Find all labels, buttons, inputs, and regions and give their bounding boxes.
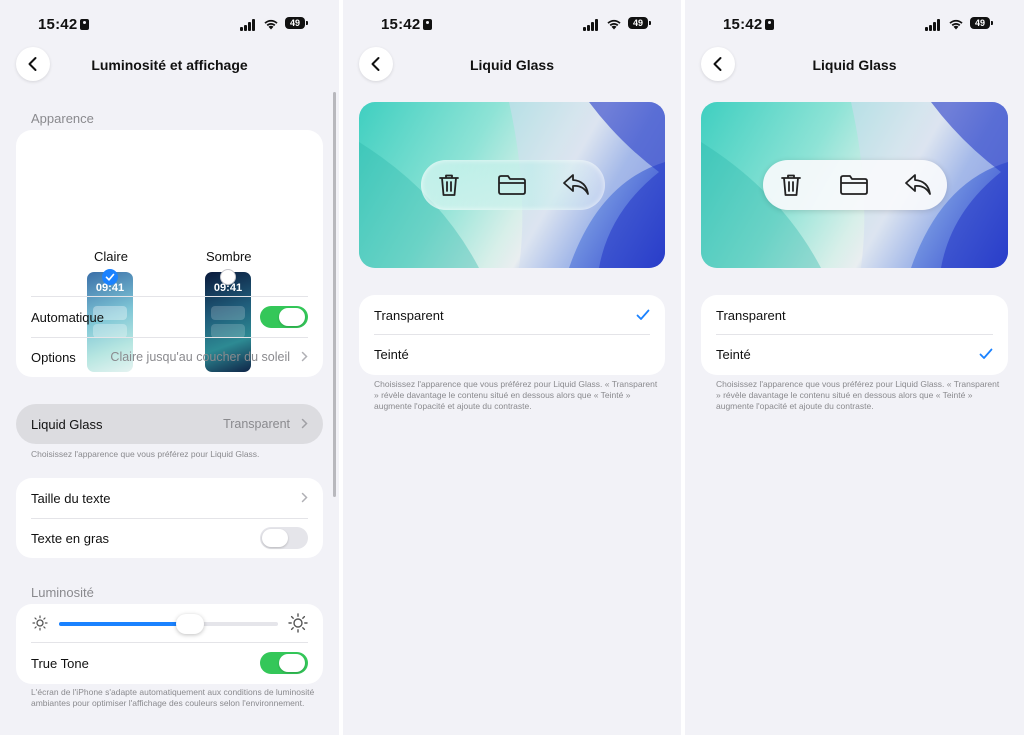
option-transparent[interactable]: Transparent (374, 295, 650, 335)
checkmark-icon (105, 273, 115, 281)
true-tone-footer: L'écran de l'iPhone s'adapte automatique… (31, 687, 315, 708)
liquid-glass-row-content: Liquid Glass Transparent (31, 404, 308, 444)
chevron-right-icon (301, 492, 308, 503)
bold-text-toggle[interactable] (260, 527, 308, 549)
signal-icon (925, 19, 945, 31)
page-title: Liquid Glass (469, 57, 554, 73)
trash-icon[interactable] (779, 172, 803, 198)
status-bar: 15:42 49 (343, 14, 681, 36)
brightness-slider-thumb[interactable] (176, 614, 204, 634)
liquid-glass-footer: Choisissez l'apparence que vous préférez… (374, 379, 658, 411)
text-card: Taille du texte Texte en gras (16, 478, 323, 558)
option-tinted-label: Teinté (716, 346, 751, 362)
folder-icon[interactable] (839, 174, 869, 196)
brightness-header: Luminosité (31, 585, 94, 600)
reply-icon[interactable] (903, 172, 933, 198)
page-title: Liquid Glass (812, 57, 897, 73)
signal-icon (583, 19, 603, 31)
battery-icon: 49 (628, 17, 651, 29)
liquid-glass-row[interactable]: Liquid Glass Transparent (16, 404, 323, 444)
automatic-toggle[interactable] (260, 306, 308, 328)
contact-card-icon (765, 19, 774, 30)
wifi-icon (264, 19, 278, 30)
signal-icon (240, 19, 260, 31)
liquid-glass-value: Transparent (223, 417, 290, 431)
glass-toolbar (763, 160, 947, 210)
options-row[interactable]: Options Claire jusqu'au coucher du solei… (31, 337, 308, 377)
brightness-slider-track[interactable] (59, 614, 278, 634)
liquid-glass-options-card: Transparent Teinté (359, 295, 665, 375)
sun-large-icon (288, 613, 308, 633)
light-radio-checked[interactable] (102, 269, 118, 285)
wifi-icon (949, 19, 963, 30)
liquid-glass-label: Liquid Glass (31, 416, 103, 432)
toggle-knob (262, 529, 288, 547)
text-size-label: Taille du texte (31, 490, 111, 506)
wifi-icon (607, 19, 621, 30)
true-tone-toggle[interactable] (260, 652, 308, 674)
option-transparent-label: Transparent (716, 307, 786, 323)
toggle-knob (279, 654, 305, 672)
dark-radio-unchecked[interactable] (220, 269, 236, 285)
status-time: 15:42 (381, 16, 421, 33)
folder-icon[interactable] (497, 174, 527, 196)
appearance-card: 09:41 09:41 Claire Sombre Automatique Op… (16, 130, 323, 377)
status-bar: 15:42 49 (0, 14, 339, 36)
glass-toolbar (421, 160, 605, 210)
option-tinted[interactable]: Teinté (716, 334, 993, 374)
sun-small-icon (32, 615, 48, 631)
appearance-header: Apparence (31, 111, 94, 126)
liquid-glass-footer: Choisissez l'apparence que vous préférez… (716, 379, 1000, 411)
scrollbar[interactable] (333, 92, 336, 497)
battery-icon: 49 (285, 17, 308, 29)
brightness-card: True Tone (16, 604, 323, 684)
bold-text-row: Texte en gras (31, 518, 308, 558)
liquid-glass-footer: Choisissez l'apparence que vous préférez… (31, 449, 260, 459)
checkmark-icon (636, 309, 650, 320)
liquid-glass-preview (359, 102, 665, 268)
bold-text-label: Texte en gras (31, 530, 110, 546)
chevron-right-icon (301, 351, 308, 362)
checkmark-icon (979, 348, 993, 359)
status-bar: 15:42 49 (685, 14, 1024, 36)
reply-icon[interactable] (561, 172, 591, 198)
liquid-glass-screen-tinted: 15:42 49 Liquid Glass Transparent Teinté (685, 0, 1024, 735)
chevron-right-icon (301, 418, 308, 429)
settings-brightness-screen: 15:42 49 Luminosité et affichage Apparen… (0, 0, 339, 735)
contact-card-icon (423, 19, 432, 30)
trash-icon[interactable] (437, 172, 461, 198)
option-tinted-label: Teinté (374, 346, 409, 362)
liquid-glass-preview (701, 102, 1008, 268)
liquid-glass-screen-transparent: 15:42 49 Liquid Glass Transparent Teinté (343, 0, 681, 735)
liquid-glass-options-card: Transparent Teinté (701, 295, 1008, 375)
true-tone-row: True Tone (31, 643, 308, 683)
dark-label: Sombre (206, 249, 252, 264)
option-transparent-label: Transparent (374, 307, 444, 323)
options-value: Claire jusqu'au coucher du soleil (110, 350, 290, 364)
battery-icon: 49 (970, 17, 993, 29)
status-time: 15:42 (38, 16, 78, 33)
automatic-row: Automatique (31, 297, 308, 337)
text-size-row[interactable]: Taille du texte (31, 478, 308, 518)
brightness-slider-fill (59, 622, 190, 626)
true-tone-label: True Tone (31, 655, 89, 671)
options-label: Options (31, 349, 76, 365)
automatic-label: Automatique (31, 309, 104, 325)
contact-card-icon (80, 19, 89, 30)
status-time: 15:42 (723, 16, 763, 33)
option-transparent[interactable]: Transparent (716, 295, 993, 335)
option-tinted[interactable]: Teinté (374, 334, 650, 374)
page-title: Luminosité et affichage (91, 57, 248, 73)
light-label: Claire (94, 249, 128, 264)
toggle-knob (279, 308, 305, 326)
